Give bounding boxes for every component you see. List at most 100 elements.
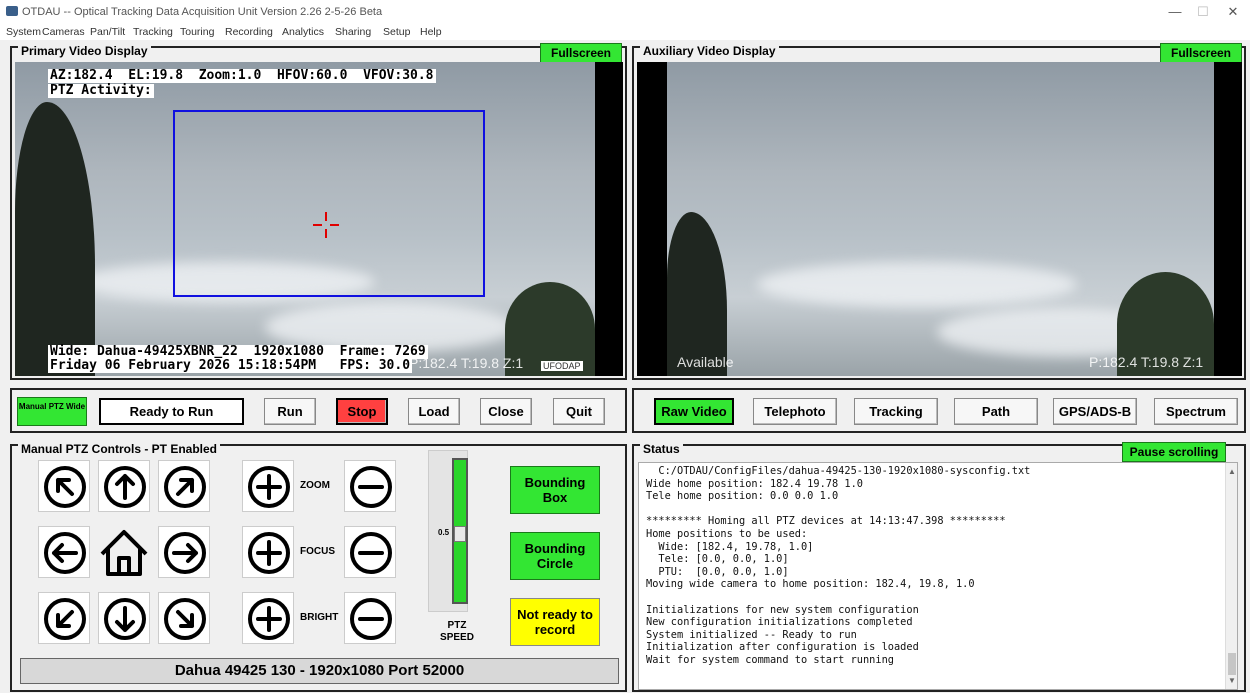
maximize-icon[interactable]: ☐ (1188, 4, 1218, 20)
ptz-speed-label: PTZ SPEED (440, 620, 474, 643)
arrow-up-right-icon (176, 478, 194, 496)
status-log-line: System initialized -- Ready to run (646, 628, 857, 641)
tracking-button[interactable]: Tracking (854, 398, 938, 425)
window-title: OTDAU -- Optical Tracking Data Acquisiti… (22, 6, 383, 18)
primary-control-bar: Manual PTZ Wide Ready to Run Run Stop Lo… (10, 388, 627, 433)
title-bar: OTDAU -- Optical Tracking Data Acquisiti… (0, 0, 1250, 24)
stop-button[interactable]: Stop (336, 398, 388, 425)
pan-up-button[interactable] (98, 460, 150, 512)
overlay-ptz-activity: PTZ Activity: (48, 83, 154, 98)
menu-setup[interactable]: Setup (383, 26, 410, 38)
status-title: Status (640, 442, 683, 456)
home-icon (100, 530, 148, 576)
scroll-up-icon[interactable]: ▲ (1228, 467, 1236, 476)
primary-video-feed[interactable]: AZ:182.4 EL:19.8 Zoom:1.0 HFOV:60.0 VFOV… (15, 62, 623, 376)
arrow-up-icon (115, 474, 135, 500)
bright-label: BRIGHT (300, 612, 339, 623)
menu-analytics[interactable]: Analytics (282, 26, 324, 38)
menu-sharing[interactable]: Sharing (335, 26, 371, 38)
telephoto-button[interactable]: Telephoto (753, 398, 837, 425)
bright-up-button[interactable] (242, 592, 294, 644)
pan-up-left-button[interactable] (38, 460, 90, 512)
path-button[interactable]: Path (954, 398, 1038, 425)
menu-pan-tilt[interactable]: Pan/Tilt (90, 26, 125, 38)
menu-tracking[interactable]: Tracking (133, 26, 173, 38)
status-log-line: New configuration initializations comple… (646, 616, 913, 629)
zoom-out-button[interactable] (344, 460, 396, 512)
arrow-down-left-icon (56, 610, 74, 628)
bounding-box-button[interactable]: Bounding Box (510, 466, 600, 514)
auxiliary-video-title: Auxiliary Video Display (640, 44, 779, 58)
focus-label: FOCUS (300, 546, 335, 557)
run-button[interactable]: Run (264, 398, 316, 425)
close-icon[interactable]: ✕ (1218, 4, 1248, 20)
status-log-line: Tele: [0.0, 0.0, 1.0] (646, 553, 789, 566)
camera-info-bar: Dahua 49425 130 - 1920x1080 Port 52000 (20, 658, 619, 684)
record-status-button[interactable]: Not ready to record (510, 598, 600, 646)
overlay-position: AZ:182.4 EL:19.8 Zoom:1.0 HFOV:60.0 VFOV… (48, 68, 436, 83)
menu-touring[interactable]: Touring (180, 26, 214, 38)
arrow-left-icon (52, 543, 78, 563)
status-log-line (646, 591, 1030, 604)
menu-help[interactable]: Help (420, 26, 442, 38)
ufodap-logo: UFODAP (541, 361, 583, 371)
raw-video-button[interactable]: Raw Video (654, 398, 734, 425)
pan-left-button[interactable] (38, 526, 90, 578)
status-log-line: Wait for system command to start running (646, 653, 894, 666)
minimize-icon[interactable]: — (1160, 4, 1190, 19)
status-log[interactable]: C:/OTDAU/ConfigFiles/dahua-49425-130-192… (638, 462, 1238, 690)
load-button[interactable]: Load (408, 398, 460, 425)
manual-ptz-panel: Manual PTZ Controls - PT Enabled ZOOM FO… (10, 442, 627, 692)
overlay-datetime: Friday 06 February 2026 15:18:54PM FPS: … (48, 358, 413, 373)
status-log-line: Initializations for new system configura… (646, 603, 919, 616)
status-log-line: Home positions to be used: (646, 527, 808, 540)
home-button[interactable] (98, 526, 150, 578)
arrow-right-icon (172, 543, 198, 563)
quit-button[interactable]: Quit (553, 398, 605, 425)
available-label: Available (677, 354, 734, 370)
menu-bar: System Cameras Pan/Tilt Tracking Touring… (0, 24, 1250, 40)
scroll-thumb[interactable] (1228, 653, 1236, 675)
spectrum-button[interactable]: Spectrum (1154, 398, 1238, 425)
pan-down-left-button[interactable] (38, 592, 90, 644)
manual-ptz-button[interactable]: Manual PTZ Wide (17, 397, 87, 426)
overlay-camera-info: Wide: Dahua-49425XBNR_22 1920x1080 Frame… (48, 344, 428, 359)
auxiliary-fullscreen-button[interactable]: Fullscreen (1160, 43, 1242, 63)
menu-cameras[interactable]: Cameras (42, 26, 85, 38)
scroll-down-icon[interactable]: ▼ (1228, 676, 1236, 685)
status-log-text: C:/OTDAU/ConfigFiles/dahua-49425-130-192… (646, 465, 1030, 667)
ptz-panel-title: Manual PTZ Controls - PT Enabled (18, 442, 221, 456)
pause-scrolling-button[interactable]: Pause scrolling (1122, 442, 1226, 462)
status-log-line: Tele home position: 0.0 0.0 1.0 (646, 490, 839, 503)
ptz-speed-value: 0.5 (438, 528, 450, 537)
close-button[interactable]: Close (480, 398, 532, 425)
primary-fullscreen-button[interactable]: Fullscreen (540, 43, 622, 63)
arrow-up-left-icon (56, 478, 74, 496)
pan-right-button[interactable] (158, 526, 210, 578)
auxiliary-video-feed[interactable]: Available P:182.4 T:19.8 Z:1 (637, 62, 1242, 376)
focus-out-button[interactable] (344, 526, 396, 578)
arrow-down-right-icon (176, 610, 194, 628)
menu-system[interactable]: System (6, 26, 41, 38)
minus-icon (358, 551, 384, 555)
cloud (757, 262, 1077, 307)
pan-up-right-button[interactable] (158, 460, 210, 512)
ptz-ghost-readout: P:182.4 T:19.8 Z:1 (409, 355, 524, 371)
menu-recording[interactable]: Recording (225, 26, 273, 38)
plus-icon (256, 606, 282, 632)
primary-video-title: Primary Video Display (18, 44, 151, 58)
status-scrollbar[interactable]: ▲ ▼ (1225, 463, 1237, 689)
bounding-circle-button[interactable]: Bounding Circle (510, 532, 600, 580)
status-log-line: ********* Homing all PTZ devices at 14:1… (646, 515, 1006, 528)
auxiliary-control-bar: Raw Video Telephoto Tracking Path GPS/AD… (632, 388, 1246, 433)
pan-down-button[interactable] (98, 592, 150, 644)
status-log-line: C:/OTDAU/ConfigFiles/dahua-49425-130-192… (646, 465, 1031, 477)
zoom-in-button[interactable] (242, 460, 294, 512)
ptz-speed-slider-thumb[interactable] (454, 526, 466, 542)
gps-ads-b-button[interactable]: GPS/ADS-B (1053, 398, 1137, 425)
pan-down-right-button[interactable] (158, 592, 210, 644)
bright-down-button[interactable] (344, 592, 396, 644)
plus-icon (256, 474, 282, 500)
focus-in-button[interactable] (242, 526, 294, 578)
tracking-box (173, 110, 485, 297)
